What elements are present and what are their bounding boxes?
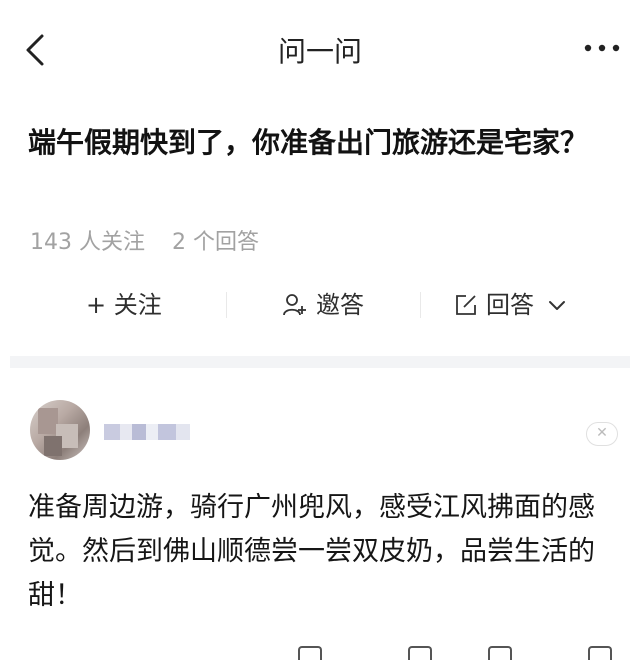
answer-count: 2 个回答: [172, 230, 259, 255]
share-icon[interactable]: [488, 646, 512, 660]
invite-button[interactable]: 邀答: [282, 280, 364, 330]
divider: [420, 292, 421, 318]
edit-icon: [456, 295, 476, 315]
follow-label: + 关注: [86, 291, 162, 319]
answer-text: 准备周边游，骑行广州兜风，感受江风拂面的感觉。然后到佛山顺德尝一尝双皮奶，品尝生…: [28, 492, 595, 611]
question-actions: + 关注 邀答 回答: [0, 280, 640, 330]
username-blurred[interactable]: [104, 424, 190, 440]
like-icon[interactable]: [298, 646, 322, 660]
answer-button[interactable]: 回答: [454, 280, 576, 330]
invite-label: 邀答: [316, 291, 364, 319]
answer-footer: [28, 640, 628, 660]
close-icon[interactable]: ✕: [586, 422, 618, 446]
page-title: 问一问: [277, 35, 362, 68]
divider: [226, 292, 227, 318]
section-divider: [10, 356, 630, 368]
comment-icon[interactable]: [408, 646, 432, 660]
question-title: 端午假期快到了，你准备出门旅游还是宅家？: [28, 126, 589, 159]
invite-user-icon: [283, 294, 306, 316]
follow-button[interactable]: + 关注: [86, 280, 162, 330]
question-meta: 143 人关注 2 个回答: [30, 224, 279, 256]
follower-count: 143 人关注: [30, 230, 145, 255]
more-dots-icon[interactable]: [582, 36, 622, 60]
answer-label: 回答: [486, 291, 534, 319]
chevron-down-icon[interactable]: [546, 294, 568, 316]
top-bar: 问一问: [0, 0, 640, 100]
avatar[interactable]: [30, 400, 90, 460]
favorite-icon[interactable]: [588, 646, 612, 660]
